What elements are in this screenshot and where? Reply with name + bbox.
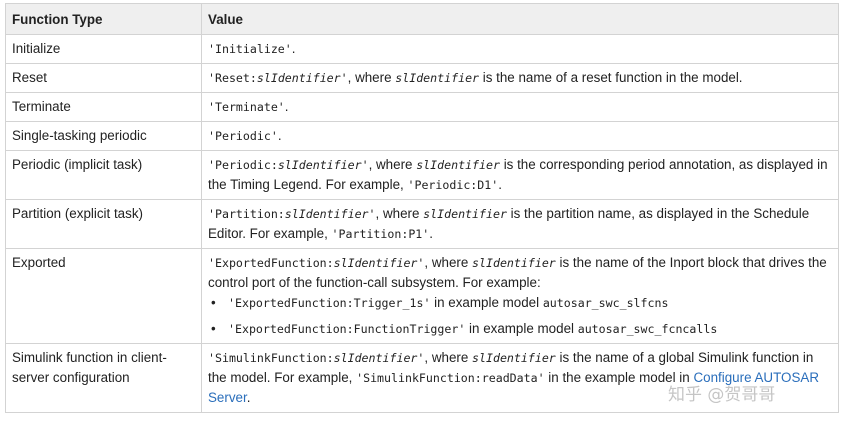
function-type-cell: Periodic (implicit task) <box>5 150 202 200</box>
code-value: 'Initialize' <box>208 42 292 56</box>
text-fragment: , where <box>424 255 473 270</box>
value-cell: 'Partition:slIdentifier', where slIdenti… <box>201 199 839 249</box>
table-row: Periodic (implicit task) 'Periodic:slIde… <box>5 150 839 200</box>
example-code: 'ExportedFunction:FunctionTrigger' <box>228 322 466 336</box>
function-type-cell: Terminate <box>5 92 202 122</box>
header-value: Value <box>201 3 839 35</box>
code-value: 'Partition:slIdentifier' <box>208 207 376 221</box>
text-fragment: . <box>498 177 502 192</box>
text-fragment: , where <box>375 206 424 221</box>
example-code: 'ExportedFunction:Trigger_1s' <box>228 296 431 310</box>
code-value: 'ExportedFunction:slIdentifier' <box>208 256 425 270</box>
value-cell: 'Periodic:slIdentifier', where slIdentif… <box>201 150 839 200</box>
table-row: Partition (explicit task) 'Partition:slI… <box>5 199 839 249</box>
text-fragment: . <box>291 41 296 56</box>
example-list: 'ExportedFunction:Trigger_1s' in example… <box>208 293 832 339</box>
table-row: Terminate 'Terminate'. <box>5 92 839 122</box>
text-fragment: . <box>429 226 434 241</box>
code-value: 'SimulinkFunction:slIdentifier' <box>208 351 425 365</box>
code-value: 'Periodic:slIdentifier' <box>208 158 369 172</box>
variable-name: slIdentifier <box>423 207 507 221</box>
function-type-cell: Exported <box>5 248 202 344</box>
code-value: 'Terminate' <box>208 100 285 114</box>
text-fragment: . <box>277 128 282 143</box>
example-model-name: autosar_swc_fcncalls <box>577 322 718 336</box>
variable-name: slIdentifier <box>395 71 480 85</box>
example-code: 'Periodic:D1' <box>407 178 499 192</box>
function-type-cell: Partition (explicit task) <box>5 199 202 249</box>
value-cell: 'ExportedFunction:slIdentifier', where s… <box>201 248 839 344</box>
text-fragment: . <box>284 99 289 114</box>
function-type-table: Function Type Value Initialize 'Initiali… <box>5 3 839 413</box>
function-type-cell: Reset <box>5 63 202 93</box>
header-function-type: Function Type <box>5 3 202 35</box>
function-type-cell: Initialize <box>5 34 202 64</box>
table-header-row: Function Type Value <box>5 3 839 35</box>
value-cell: 'Initialize'. <box>201 34 839 64</box>
value-cell: 'Terminate'. <box>201 92 839 122</box>
example-code: 'Partition:P1' <box>331 227 430 241</box>
text-fragment: , where <box>424 350 473 365</box>
code-value: 'Reset:slIdentifier' <box>208 71 348 85</box>
code-value: 'Periodic' <box>208 129 278 143</box>
table-row: Reset 'Reset:slIdentifier', where slIden… <box>5 63 839 93</box>
text-fragment: in example model <box>430 295 543 310</box>
variable-name: slIdentifier <box>472 351 556 365</box>
text-fragment: is the name of a reset function in the m… <box>479 70 743 85</box>
variable-name: slIdentifier <box>472 256 556 270</box>
text-fragment: , where <box>368 157 417 172</box>
example-model-name: autosar_swc_slfcns <box>542 296 669 310</box>
watermark: 知乎 @贺哥哥 <box>668 385 776 405</box>
text-fragment: in example model <box>465 321 578 336</box>
text-fragment: , where <box>347 70 396 85</box>
value-cell: 'Reset:slIdentifier', where slIdentifier… <box>201 63 839 93</box>
table-row: Single-tasking periodic 'Periodic'. <box>5 121 839 151</box>
table-row: Exported 'ExportedFunction:slIdentifier'… <box>5 248 839 344</box>
list-item: 'ExportedFunction:Trigger_1s' in example… <box>208 293 832 313</box>
table-row: Initialize 'Initialize'. <box>5 34 839 64</box>
text-fragment: . <box>246 390 251 405</box>
value-cell: 'Periodic'. <box>201 121 839 151</box>
function-type-cell: Single-tasking periodic <box>5 121 202 151</box>
example-code: 'SimulinkFunction:readData' <box>356 371 545 385</box>
function-type-cell: Simulink function in client-server confi… <box>5 343 202 413</box>
variable-name: slIdentifier <box>416 158 500 172</box>
list-item: 'ExportedFunction:FunctionTrigger' in ex… <box>208 319 832 339</box>
